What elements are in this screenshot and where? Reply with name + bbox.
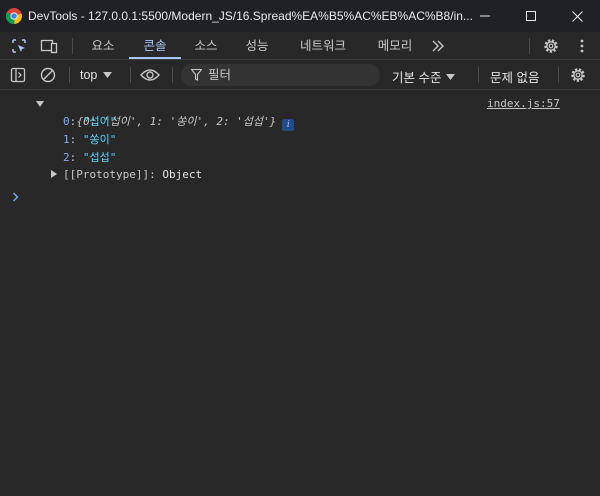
property-row: 0: "섭이" xyxy=(63,115,117,128)
minimize-icon xyxy=(480,15,490,17)
more-tabs-button[interactable] xyxy=(428,36,448,56)
eye-icon xyxy=(140,69,160,81)
device-toolbar-button[interactable] xyxy=(39,36,59,56)
property-key: 2 xyxy=(63,151,70,164)
maximize-button[interactable] xyxy=(508,0,554,32)
property-value: "쏭이" xyxy=(82,133,117,146)
device-icon xyxy=(40,39,58,54)
sidebar-icon xyxy=(10,67,26,83)
close-icon xyxy=(571,10,583,22)
gear-icon xyxy=(571,68,585,82)
console-toolbar: top 기본 수준 문제 없음 xyxy=(0,60,600,90)
log-levels-label: 기본 수준 xyxy=(392,71,442,85)
chevron-right-icon xyxy=(13,192,19,202)
sidebar-toggle-button[interactable] xyxy=(8,65,28,85)
divider xyxy=(69,67,70,83)
filter-field[interactable] xyxy=(181,64,380,86)
tab-elements[interactable]: 요소 xyxy=(79,32,127,60)
property-key: 0 xyxy=(63,115,70,128)
source-link[interactable]: index.js:57 xyxy=(487,95,560,113)
expand-arrow-icon[interactable] xyxy=(36,101,44,107)
tab-sources[interactable]: 소스 xyxy=(182,32,230,60)
chevron-double-right-icon xyxy=(432,40,444,52)
console-settings-button[interactable] xyxy=(568,65,588,85)
context-label: top xyxy=(80,68,98,82)
active-tab-indicator xyxy=(129,57,181,59)
chrome-icon xyxy=(6,8,22,24)
block-icon xyxy=(40,67,56,83)
clear-console-button[interactable] xyxy=(38,65,58,85)
divider xyxy=(558,67,559,83)
gear-icon xyxy=(544,39,558,53)
tab-performance[interactable]: 성능 xyxy=(232,32,282,60)
log-levels-dropdown[interactable]: 기본 수준 xyxy=(392,67,456,86)
settings-button[interactable] xyxy=(541,36,561,56)
divider xyxy=(72,38,73,54)
tab-console[interactable]: 콘솔 xyxy=(129,32,181,60)
minimize-button[interactable] xyxy=(462,0,508,32)
tab-memory[interactable]: 메모리 xyxy=(364,32,426,60)
caret-down-icon xyxy=(103,72,113,78)
divider xyxy=(130,67,131,83)
customize-menu-button[interactable] xyxy=(572,36,592,56)
live-expression-button[interactable] xyxy=(139,65,161,85)
divider xyxy=(529,38,530,54)
tab-network[interactable]: 네트워크 xyxy=(284,32,362,60)
context-selector[interactable]: top xyxy=(80,67,113,83)
prototype-key: [[Prototype]] xyxy=(63,168,150,181)
divider xyxy=(172,67,173,83)
divider xyxy=(478,67,479,83)
expand-arrow-icon[interactable] xyxy=(51,170,57,178)
property-value: "섭이" xyxy=(82,115,117,128)
property-row: 1: "쏭이" xyxy=(63,133,117,146)
property-value: "섭섭" xyxy=(82,151,117,164)
object-preview-line[interactable]: {0: '섭이', 1: '쏭이', 2: '섭섭'} i xyxy=(50,95,295,131)
console-prompt[interactable] xyxy=(12,191,20,206)
inspect-icon xyxy=(12,39,26,53)
property-key: 1 xyxy=(63,133,70,146)
window-title: DevTools - 127.0.0.1:5500/Modern_JS/16.S… xyxy=(28,9,473,23)
close-button[interactable] xyxy=(554,0,600,32)
prototype-row[interactable]: [[Prototype]]: Object xyxy=(63,166,202,184)
property-row: 2: "섭섭" xyxy=(63,151,117,164)
prototype-value: Object xyxy=(162,168,203,181)
info-icon: i xyxy=(282,119,295,131)
maximize-icon xyxy=(526,11,536,21)
caret-down-icon xyxy=(446,73,456,80)
devtools-tabbar: 요소 콘솔 소스 성능 네트워크 메모리 xyxy=(0,32,600,60)
inspect-element-button[interactable] xyxy=(9,36,29,56)
window-titlebar: DevTools - 127.0.0.1:5500/Modern_JS/16.S… xyxy=(0,0,600,32)
filter-icon xyxy=(191,69,202,81)
filter-input[interactable] xyxy=(208,68,368,82)
console-output: {0: '섭이', 1: '쏭이', 2: '섭섭'} i index.js:57… xyxy=(0,91,600,496)
issues-counter[interactable]: 문제 없음 xyxy=(490,67,539,86)
kebab-menu-icon xyxy=(580,39,584,53)
